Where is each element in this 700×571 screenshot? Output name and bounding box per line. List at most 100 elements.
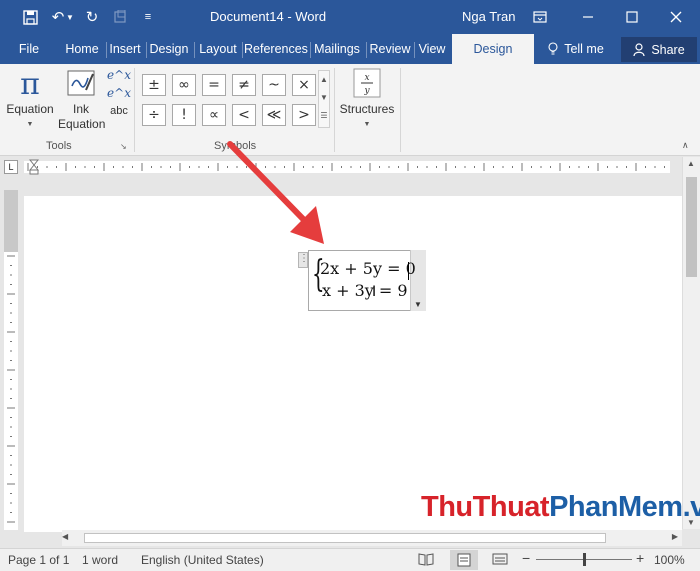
structures-button[interactable]: xy Structures ▼: [338, 68, 396, 132]
horizontal-scrollbar[interactable]: ◀ ▶: [62, 530, 682, 546]
user-name[interactable]: Nga Tran: [462, 9, 515, 24]
share-button[interactable]: Share: [621, 37, 697, 62]
symbol-times[interactable]: ×: [292, 74, 316, 96]
symbol-greater-than[interactable]: >: [292, 104, 316, 126]
equation-line-2[interactable]: x + 3y = 9: [322, 281, 408, 300]
gallery-scroll[interactable]: ▲ ▼ ☰: [318, 70, 330, 128]
watermark-part-3: PhanMem: [549, 491, 683, 523]
ribbon-display-options-icon[interactable]: [520, 0, 560, 34]
tab-selector[interactable]: L: [4, 160, 18, 174]
scroll-up-icon[interactable]: ▲: [319, 71, 329, 89]
window-title: Document14 - Word: [210, 9, 327, 24]
ink-label-1: Ink: [72, 102, 89, 116]
tab-equation-design[interactable]: Design: [452, 34, 534, 64]
more-icon[interactable]: ☰: [319, 107, 329, 125]
ink-equation-button[interactable]: Ink Equation: [58, 68, 105, 132]
person-icon: [633, 42, 645, 56]
minimize-icon[interactable]: [568, 0, 608, 34]
document-page[interactable]: [24, 196, 682, 532]
vertical-scrollbar[interactable]: ▲ ▼: [682, 157, 700, 529]
share-label: Share: [651, 42, 685, 57]
tab-home[interactable]: Home: [62, 34, 102, 64]
lightbulb-icon: [548, 42, 558, 55]
watermark-logo: ThuThuatPhanMem.vn: [421, 491, 700, 524]
symbol-equals[interactable]: =: [202, 74, 226, 96]
web-layout-icon[interactable]: [492, 552, 508, 569]
print-layout-icon[interactable]: [450, 550, 478, 570]
symbol-factorial[interactable]: !: [172, 104, 196, 126]
symbol-proportional[interactable]: ∝: [202, 104, 226, 126]
svg-text:y: y: [363, 86, 370, 96]
watermark-part-2: Thuat: [472, 491, 550, 523]
equation-label: Equation: [6, 102, 54, 116]
scroll-right-icon[interactable]: ▶: [672, 532, 678, 541]
chevron-down-icon: ▼: [26, 121, 34, 128]
symbol-tilde[interactable]: ~: [262, 74, 286, 96]
zoom-out-button[interactable]: −: [522, 550, 530, 566]
svg-text:x: x: [364, 73, 369, 83]
symbol-divide[interactable]: ÷: [142, 104, 166, 126]
chevron-down-icon: ▼: [414, 300, 422, 309]
symbol-not-equal[interactable]: ≠: [232, 74, 256, 96]
language[interactable]: English (United States): [141, 553, 264, 567]
structures-label: Structures: [339, 102, 395, 116]
equation-button[interactable]: π Equation ▼: [4, 68, 56, 132]
scroll-left-icon[interactable]: ◀: [62, 532, 68, 541]
tools-group-label: Tools: [46, 140, 72, 152]
symbol-plus-minus[interactable]: ±: [142, 74, 166, 96]
zoom-slider-thumb[interactable]: [583, 553, 586, 566]
symbol-less-than[interactable]: <: [232, 104, 256, 126]
ink-equation-icon: [67, 70, 95, 96]
customize-qat-icon[interactable]: ≡: [136, 0, 160, 34]
save-icon[interactable]: [18, 0, 42, 34]
status-bar: Page 1 of 1 1 word English (United State…: [0, 548, 700, 571]
touch-mode-icon[interactable]: [108, 0, 132, 34]
tab-mailings[interactable]: Mailings: [312, 34, 362, 64]
indent-marker-icon[interactable]: [28, 159, 40, 175]
pi-icon: π: [20, 67, 40, 102]
symbol-infinity[interactable]: ∞: [172, 74, 196, 96]
tab-references[interactable]: References: [244, 34, 308, 64]
read-mode-icon[interactable]: [418, 552, 434, 569]
ribbon-tabs: File Home Insert Design Layout Reference…: [0, 34, 700, 64]
equation-options-column: e^x e^x abc: [106, 68, 132, 119]
tab-tell-me[interactable]: Tell me: [544, 34, 608, 64]
horizontal-ruler: L: [0, 157, 700, 177]
tab-view[interactable]: View: [416, 34, 448, 64]
vertical-ruler-margin: [4, 190, 18, 252]
chevron-down-icon: ▼: [363, 121, 371, 128]
scroll-thumb[interactable]: [84, 533, 606, 543]
linear-icon[interactable]: e^x: [106, 86, 132, 104]
watermark-part-4: .vn: [682, 491, 700, 523]
ribbon: π Equation ▼ Ink Equation e^x e^x abc To…: [0, 64, 700, 156]
scroll-thumb[interactable]: [686, 177, 697, 277]
tell-me-label: Tell me: [564, 42, 604, 56]
word-count[interactable]: 1 word: [82, 553, 118, 567]
text-cursor: [408, 262, 409, 280]
watermark-part-1: Thu: [421, 491, 473, 523]
tab-layout[interactable]: Layout: [197, 34, 239, 64]
title-bar: ↶ ▼ ↻ ≡ Document14 - Word Nga Tran: [0, 0, 700, 34]
redo-icon[interactable]: ↻: [80, 0, 104, 34]
tab-design[interactable]: Design: [148, 34, 190, 64]
normal-text-button[interactable]: abc: [106, 104, 132, 119]
zoom-in-button[interactable]: +: [636, 550, 644, 566]
maximize-icon[interactable]: [612, 0, 652, 34]
collapse-ribbon-icon[interactable]: ∧: [682, 140, 689, 151]
ruler-ticks: [27, 163, 665, 171]
symbol-much-less-than[interactable]: ≪: [262, 104, 286, 126]
scroll-down-icon[interactable]: ▼: [319, 89, 329, 107]
vertical-ruler: [4, 252, 18, 530]
close-icon[interactable]: [656, 0, 696, 34]
scroll-up-icon[interactable]: ▲: [687, 159, 695, 168]
tab-insert[interactable]: Insert: [108, 34, 142, 64]
page-count[interactable]: Page 1 of 1: [8, 553, 69, 567]
equation-line-1[interactable]: 2x + 5y = 0: [320, 259, 416, 278]
zoom-level[interactable]: 100%: [654, 553, 685, 567]
undo-dropdown-icon[interactable]: ▼: [64, 0, 76, 34]
dialog-launcher-icon[interactable]: ↘: [120, 142, 127, 151]
tab-file[interactable]: File: [12, 34, 46, 64]
tab-review[interactable]: Review: [369, 34, 411, 64]
fraction-icon: xy: [353, 68, 381, 98]
professional-icon[interactable]: e^x: [106, 68, 132, 86]
